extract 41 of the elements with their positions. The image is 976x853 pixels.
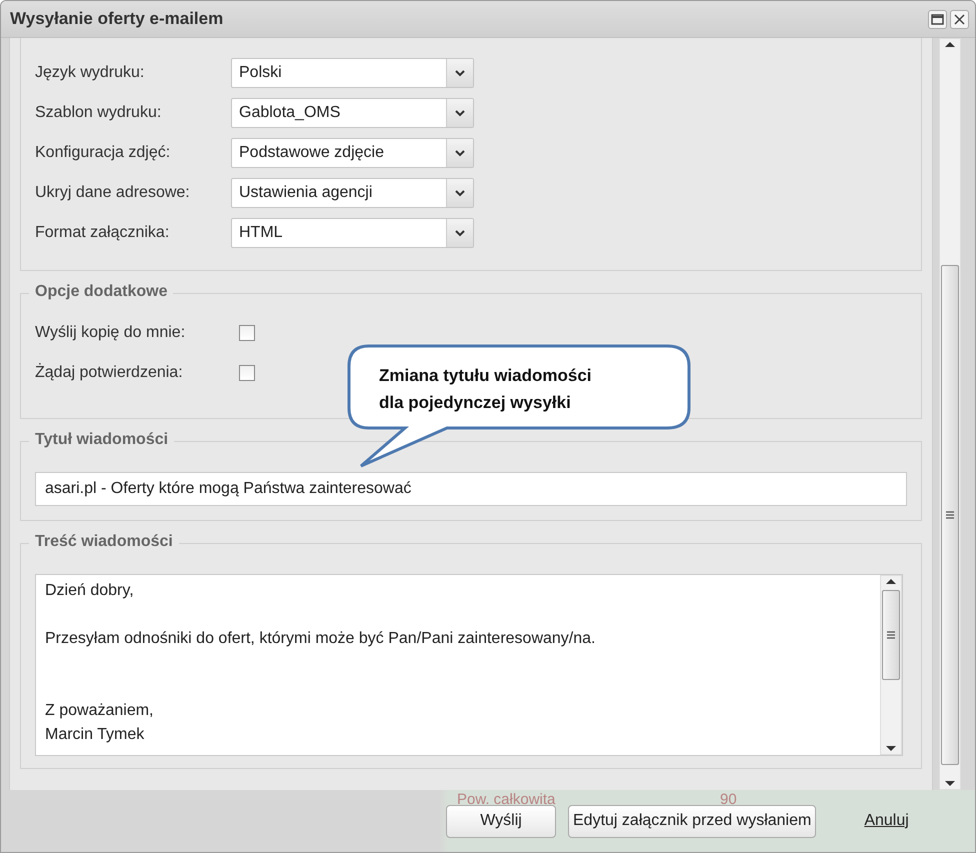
dialog-scrollbar[interactable] [939, 38, 961, 790]
scrollbar-thumb[interactable] [882, 590, 900, 680]
scroll-up-arrow-icon[interactable] [886, 579, 896, 584]
section-legend: Opcje dodatkowe [29, 283, 174, 301]
close-icon [954, 14, 965, 24]
dropdown[interactable]: Ustawienia agencji [231, 178, 474, 208]
checkbox-label: Wyślij kopię do mnie: [35, 324, 186, 342]
dropdown[interactable]: Polski [231, 58, 474, 88]
checkbox-label: Żądaj potwierdzenia: [35, 364, 184, 382]
maximize-button[interactable] [928, 10, 947, 28]
dialog-button[interactable]: Wyślij [446, 804, 556, 838]
scroll-down-arrow-icon[interactable] [886, 746, 896, 751]
chevron-down-icon [446, 99, 473, 127]
dropdown[interactable]: Gablota_OMS [231, 98, 474, 128]
grip-icon [946, 511, 954, 519]
maximize-icon [931, 14, 944, 24]
field-label: Szablon wydruku: [35, 104, 162, 122]
field-label: Konfiguracja zdjęć: [35, 144, 172, 162]
scroll-up-arrow-icon[interactable] [945, 42, 955, 47]
dropdown[interactable]: HTML [231, 218, 474, 248]
chevron-down-icon [446, 139, 473, 167]
window-title: Wysyłanie oferty e-mailem [10, 9, 224, 29]
field-label: Format załącznika: [35, 224, 170, 242]
chevron-down-icon [446, 59, 473, 87]
subject-input-field[interactable]: asari.pl - Oferty które mogą Państwa zainteresować [35, 472, 907, 506]
cancel-link[interactable]: Anuluj [864, 812, 909, 830]
field-label: Ukryj dane adresowe: [35, 184, 191, 202]
grip-icon [887, 631, 895, 639]
message-body-field[interactable]: Dzień dobry, Przesyłam odnośniki do ofert, którymi może być Pan/Pani zainteresowany/na. Z poważaniem, Marcin Tymek [35, 574, 903, 756]
field-label: Język wydruku: [35, 64, 146, 82]
dialog-button[interactable]: Edytuj załącznik przed wysłaniem [568, 804, 816, 838]
checkbox[interactable] [239, 365, 255, 381]
dropdown[interactable]: Podstawowe zdjęcie [231, 138, 474, 168]
close-button[interactable] [950, 10, 969, 28]
section-legend: Tytuł wiadomości [29, 431, 174, 449]
chevron-down-icon [446, 179, 473, 207]
checkbox[interactable] [239, 325, 255, 341]
callout-text: Zmiana tytułu wiadomości dla pojedynczej wysyłki [379, 365, 592, 414]
body-scrollbar[interactable] [880, 575, 902, 755]
scrollbar-thumb[interactable] [941, 265, 959, 765]
chevron-down-icon [446, 219, 473, 247]
